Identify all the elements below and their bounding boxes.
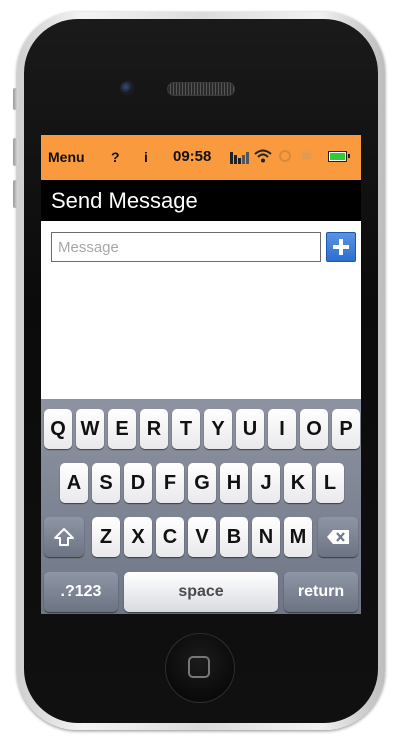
sync-icon [279,150,291,162]
key-u[interactable]: U [236,409,264,449]
key-s[interactable]: S [92,463,120,503]
key-x[interactable]: X [124,517,152,557]
key-w[interactable]: W [76,409,104,449]
message-input[interactable] [51,232,321,262]
key-c[interactable]: C [156,517,184,557]
page-title: Send Message [51,188,198,213]
key-y[interactable]: Y [204,409,232,449]
wifi-icon [254,149,272,163]
key-z[interactable]: Z [92,517,120,557]
volume-down-button [13,180,18,208]
backspace-key[interactable] [318,517,358,557]
key-h[interactable]: H [220,463,248,503]
title-bar: Send Message [41,180,361,221]
return-key[interactable]: return [284,572,358,612]
key-m[interactable]: M [284,517,312,557]
key-f[interactable]: F [156,463,184,503]
menu-button[interactable]: Menu [48,149,85,165]
volume-up-button [13,138,18,166]
space-key[interactable]: space [124,572,278,612]
signal-bars-icon [230,149,250,164]
status-bar: Menu ? i 09:58 ✱ [41,135,361,180]
front-camera-icon [120,81,134,95]
key-v[interactable]: V [188,517,216,557]
key-j[interactable]: J [252,463,280,503]
key-l[interactable]: L [316,463,344,503]
keyboard: Q W E R T Y U I O P A S D F G H J K L Z … [41,399,361,614]
key-p[interactable]: P [332,409,360,449]
mute-switch [13,88,18,110]
key-t[interactable]: T [172,409,200,449]
help-button[interactable]: ? [111,149,120,165]
key-n[interactable]: N [252,517,280,557]
numbers-mode-key[interactable]: .?123 [44,572,118,612]
add-button[interactable] [326,232,356,262]
home-button[interactable] [165,633,235,703]
key-r[interactable]: R [140,409,168,449]
bluetooth-icon: ✱ [301,148,313,164]
key-a[interactable]: A [60,463,88,503]
key-d[interactable]: D [124,463,152,503]
key-o[interactable]: O [300,409,328,449]
backspace-icon [327,530,349,544]
screen: Menu ? i 09:58 ✱ Send Message Q [41,135,361,614]
key-b[interactable]: B [220,517,248,557]
battery-icon [328,151,350,162]
key-i[interactable]: I [268,409,296,449]
status-time: 09:58 [173,148,212,165]
key-g[interactable]: G [188,463,216,503]
shift-key[interactable] [44,517,84,557]
key-e[interactable]: E [108,409,136,449]
earpiece-speaker [167,82,235,96]
key-k[interactable]: K [284,463,312,503]
shift-arrow-icon [54,528,74,546]
key-q[interactable]: Q [44,409,72,449]
home-square-icon [188,656,210,678]
info-button[interactable]: i [144,149,148,165]
